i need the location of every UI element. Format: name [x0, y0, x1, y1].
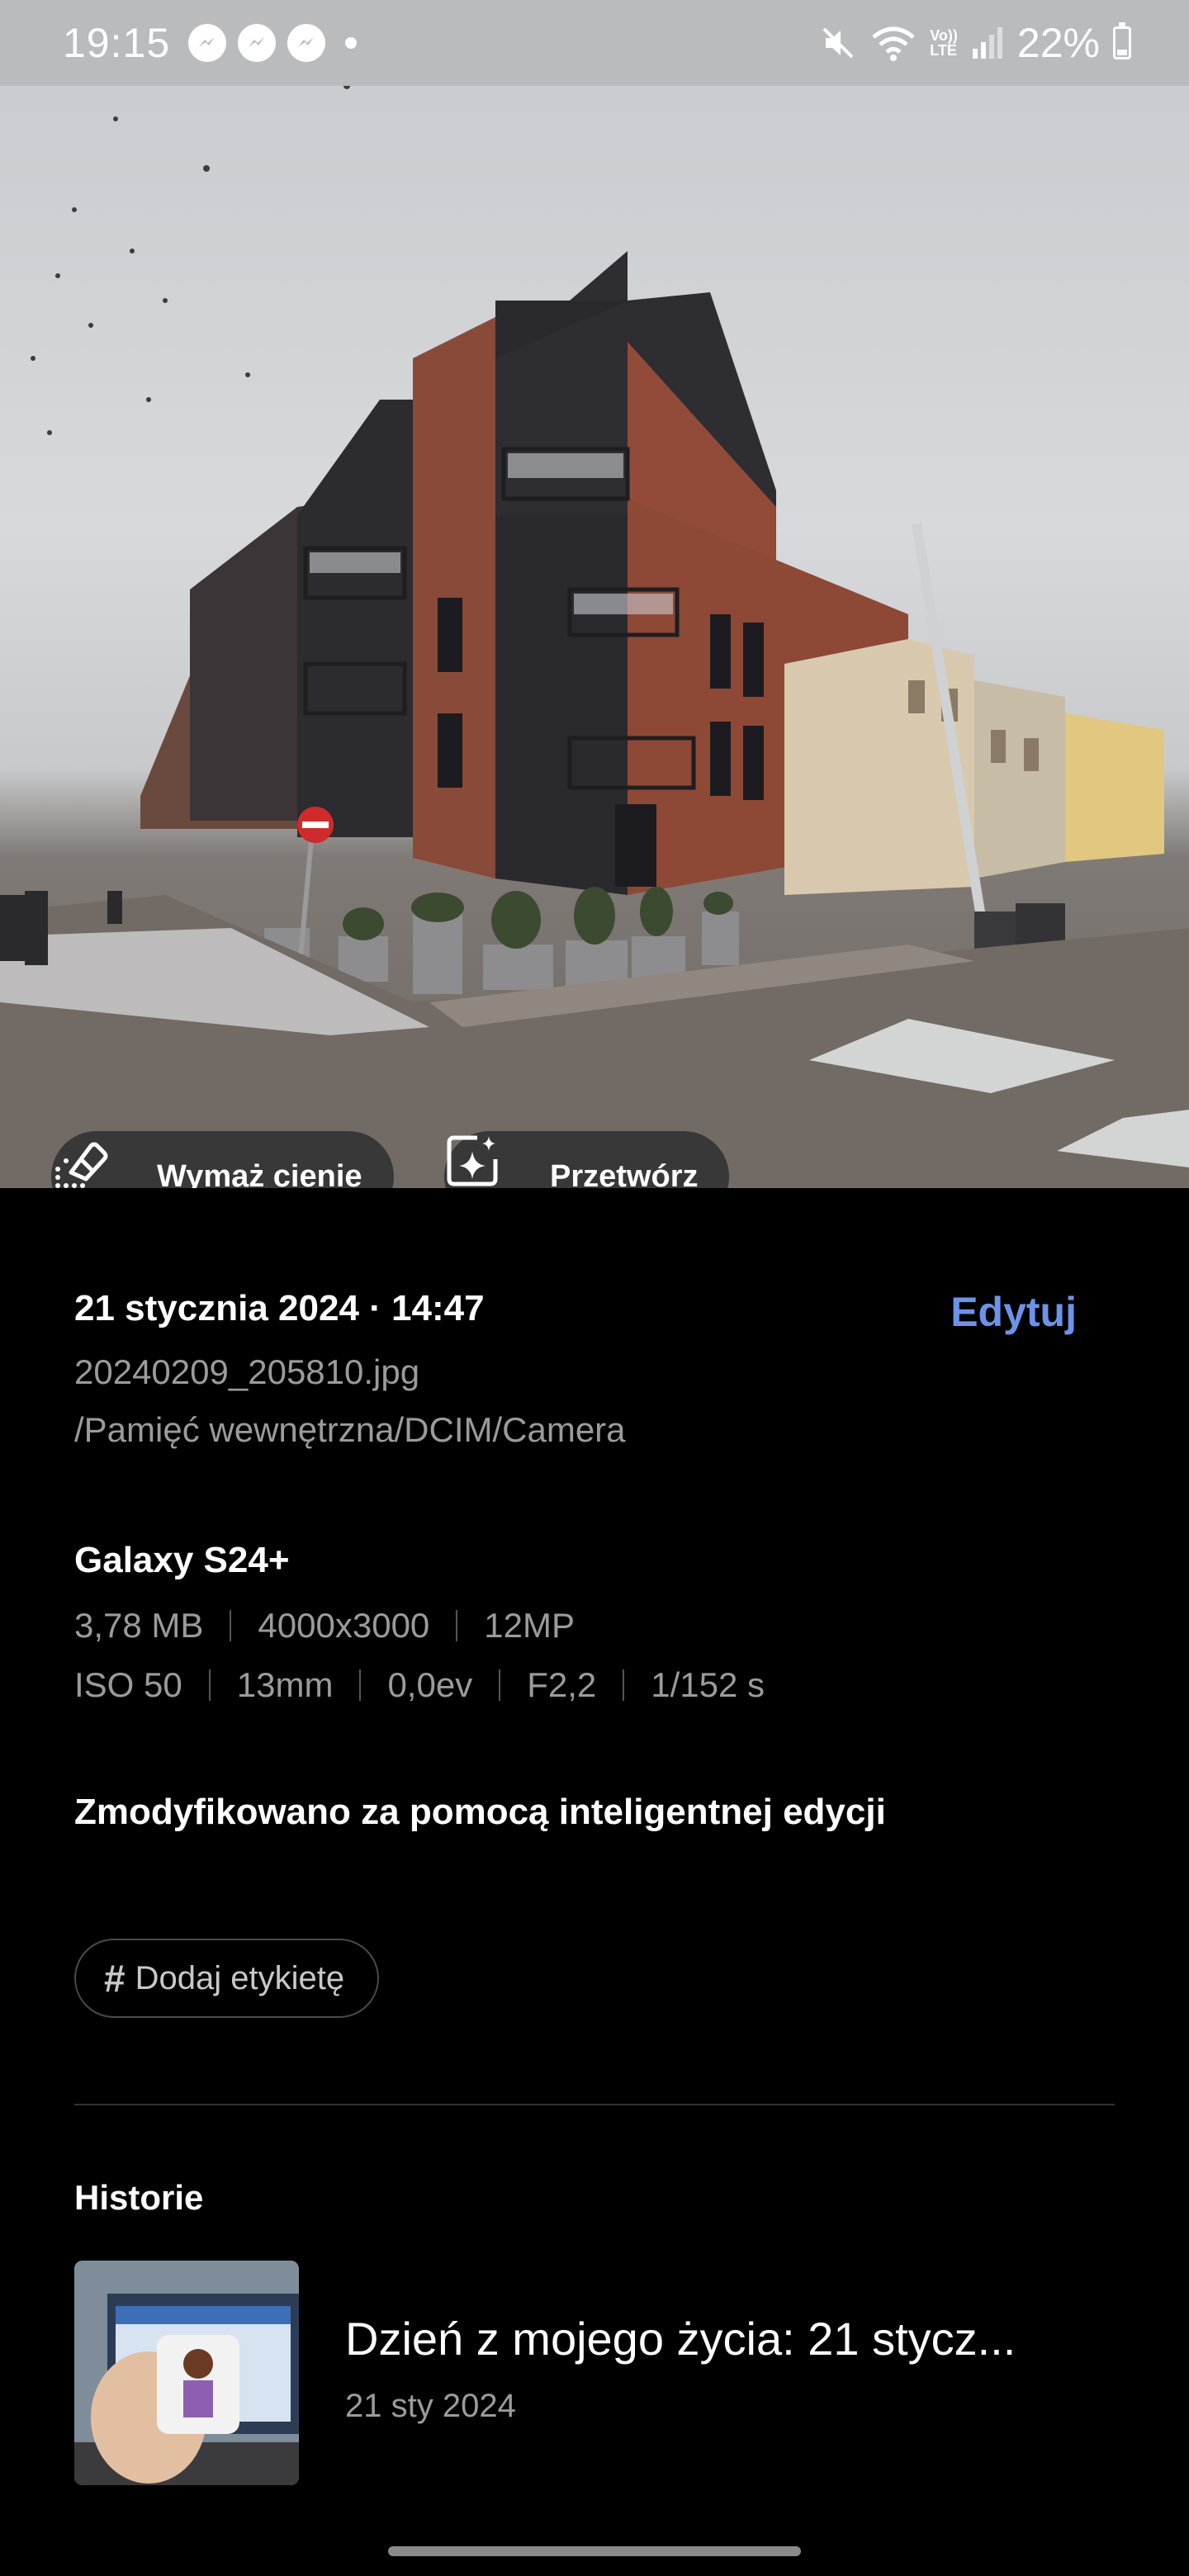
- shutter-speed: 1/152 s: [651, 1665, 765, 1704]
- photo-date: 21 stycznia 2024 · 14:47: [74, 1288, 485, 1328]
- file-name: 20240209_205810.jpg: [74, 1352, 420, 1391]
- sparkle-icon: [447, 1135, 530, 1188]
- story-title[interactable]: Dzień z mojego życia: 21 stycz...: [345, 2312, 1016, 2365]
- file-path: /Pamięć wewnętrzna/DCIM/Camera: [74, 1410, 626, 1449]
- erase-shadows-label: Wymaż cienie: [157, 1158, 362, 1189]
- volte-icon: Vo)) LTE: [930, 27, 958, 59]
- stories-heading: Historie: [74, 2178, 204, 2217]
- section-divider: [74, 2104, 1115, 2105]
- divider: [623, 1669, 625, 1701]
- photo-image: [0, 86, 1189, 1188]
- divider: [359, 1669, 362, 1701]
- home-indicator[interactable]: [388, 2546, 801, 2556]
- status-time: 19:15: [63, 20, 171, 66]
- status-bar: 19:15 Vo)) LTE 22%: [0, 0, 1189, 86]
- modified-note: Zmodyfikowano za pomocą inteligentnej ed…: [74, 1792, 886, 1832]
- add-tag-label: Dodaj etykietę: [135, 1959, 345, 1996]
- remaster-button[interactable]: Przetwórz: [444, 1131, 730, 1189]
- erase-shadows-button[interactable]: Wymaż cienie: [51, 1131, 394, 1188]
- divider: [208, 1669, 211, 1701]
- remaster-label: Przetwórz: [550, 1158, 699, 1189]
- divider: [230, 1610, 232, 1641]
- battery-icon: [1113, 22, 1131, 59]
- messenger-icon: [238, 24, 277, 62]
- story-thumbnail[interactable]: [74, 2261, 299, 2485]
- notification-icons: [188, 24, 326, 62]
- edit-details-button[interactable]: Edytuj: [950, 1288, 1077, 1336]
- divider: [456, 1610, 458, 1641]
- messenger-icon: [188, 24, 227, 62]
- messenger-icon: [287, 24, 326, 62]
- notification-dot: [345, 37, 358, 49]
- story-date: 21 sty 2024: [345, 2388, 516, 2424]
- exposure-value: 0,0ev: [387, 1665, 473, 1704]
- divider: [499, 1669, 501, 1701]
- megapixels: 12MP: [484, 1606, 576, 1645]
- status-right: Vo)) LTE 22%: [819, 19, 1131, 67]
- camera-specs: ISO 50 13mm 0,0ev F2,2 1/152 s: [74, 1665, 765, 1705]
- photo-preview[interactable]: Wymaż cienie Przetwórz: [0, 86, 1189, 1188]
- file-specs: 3,78 MB 4000x3000 12MP: [74, 1606, 575, 1646]
- aperture: F2,2: [527, 1665, 597, 1704]
- hashtag-icon: #: [104, 1957, 126, 2000]
- signal-icon: [972, 27, 1002, 59]
- focal-length: 13mm: [236, 1665, 334, 1704]
- device-name: Galaxy S24+: [74, 1540, 290, 1580]
- add-tag-button[interactable]: # Dodaj etykietę: [74, 1939, 380, 2018]
- battery-percent: 22%: [1016, 20, 1100, 66]
- resolution: 4000x3000: [258, 1606, 430, 1645]
- eraser-icon: [55, 1142, 137, 1188]
- wifi-icon: [872, 26, 915, 61]
- mute-icon: [822, 27, 854, 59]
- iso: ISO 50: [74, 1665, 182, 1704]
- file-size: 3,78 MB: [74, 1606, 204, 1645]
